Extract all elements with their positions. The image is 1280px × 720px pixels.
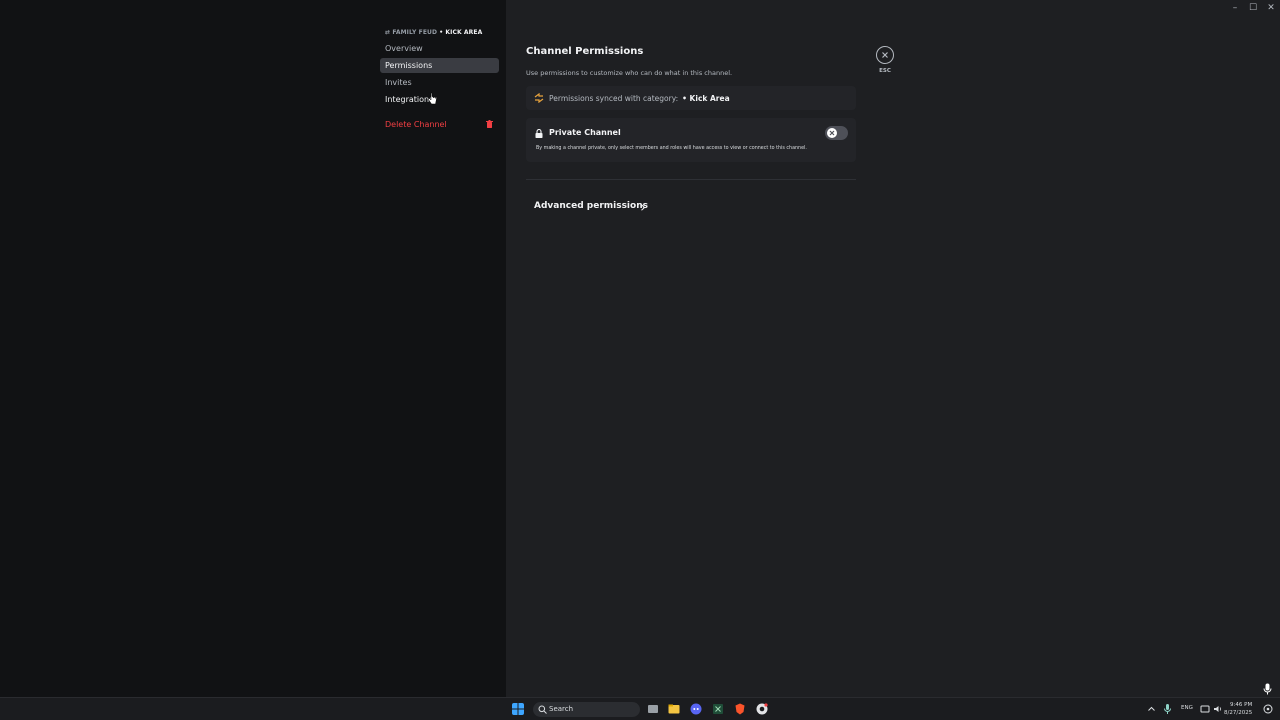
sidebar-item-invites[interactable]: Invites (380, 75, 499, 90)
sidebar-item-overview[interactable]: Overview (380, 41, 499, 56)
chevron-up-icon[interactable] (1147, 703, 1156, 715)
trash-icon (486, 120, 493, 128)
page-subtitle: Use permissions to customize who can do … (526, 69, 733, 77)
sync-text: Permissions synced with category: (549, 93, 679, 103)
private-channel-panel: Private Channel By making a channel priv… (526, 118, 856, 162)
search-icon (538, 705, 547, 714)
maximize-button[interactable]: ☐ (1244, 0, 1262, 16)
close-window-button[interactable]: ✕ (1262, 0, 1280, 16)
esc-label: ESC (879, 68, 891, 74)
sync-icon (534, 93, 544, 103)
sidebar-category-name: • KICK AREA (439, 29, 483, 36)
microphone-icon[interactable] (1263, 683, 1272, 695)
close-settings-button[interactable] (876, 46, 894, 64)
window-controls: – ☐ ✕ (1226, 0, 1280, 16)
sidebar-item-permissions[interactable]: Permissions (380, 58, 499, 73)
discord-window: ⇄ FAMILY FEUD • KICK AREA Overview Permi… (0, 0, 1280, 697)
discord-app-icon[interactable] (690, 703, 702, 715)
sidebar-item-integrations[interactable]: Integrations (380, 92, 499, 107)
channel-hash-icon: ⇄ (385, 29, 391, 36)
excel-icon[interactable] (712, 703, 724, 715)
section-divider (526, 179, 856, 180)
close-icon (882, 52, 888, 58)
notification-icon[interactable] (1263, 703, 1273, 715)
windows-start-icon[interactable] (512, 703, 524, 715)
windows-taskbar: Search ENG 9:46 PM 8/27/2025 (0, 697, 1280, 720)
tray-microphone-icon[interactable] (1163, 703, 1172, 715)
page-title: Channel Permissions (526, 46, 644, 57)
network-icon[interactable] (1200, 703, 1210, 715)
private-channel-description: By making a channel private, only select… (536, 146, 807, 151)
settings-content: – ☐ ✕ Channel Permissions Use permission… (506, 0, 1280, 697)
sidebar-server-name: FAMILY FEUD (392, 29, 438, 36)
brave-browser-icon[interactable] (734, 703, 746, 715)
chevron-right-icon (641, 204, 646, 211)
language-indicator[interactable]: ENG (1181, 705, 1193, 711)
advanced-permissions-button[interactable]: Advanced permissions (534, 201, 648, 211)
private-channel-title: Private Channel (549, 128, 621, 137)
delete-channel-button[interactable]: Delete Channel (380, 117, 499, 132)
sync-category-link[interactable]: • Kick Area (682, 94, 729, 103)
chrome-browser-icon[interactable] (756, 703, 768, 715)
minimize-button[interactable]: – (1226, 0, 1244, 16)
volume-icon[interactable] (1213, 703, 1223, 715)
sidebar-channel-header: ⇄ FAMILY FEUD • KICK AREA (385, 29, 482, 36)
file-explorer-icon[interactable] (668, 703, 680, 715)
taskbar-clock[interactable]: 9:46 PM 8/27/2025 (1224, 701, 1252, 717)
lock-icon (535, 129, 543, 138)
private-channel-toggle[interactable] (825, 126, 848, 140)
settings-sidebar: ⇄ FAMILY FEUD • KICK AREA Overview Permi… (0, 0, 506, 697)
task-view-icon[interactable] (647, 703, 659, 715)
permissions-sync-banner: Permissions synced with category: • Kick… (526, 86, 856, 110)
taskbar-search[interactable]: Search (533, 702, 640, 717)
toggle-knob (827, 128, 837, 138)
x-icon (829, 130, 835, 136)
mouse-cursor-icon (428, 92, 437, 105)
